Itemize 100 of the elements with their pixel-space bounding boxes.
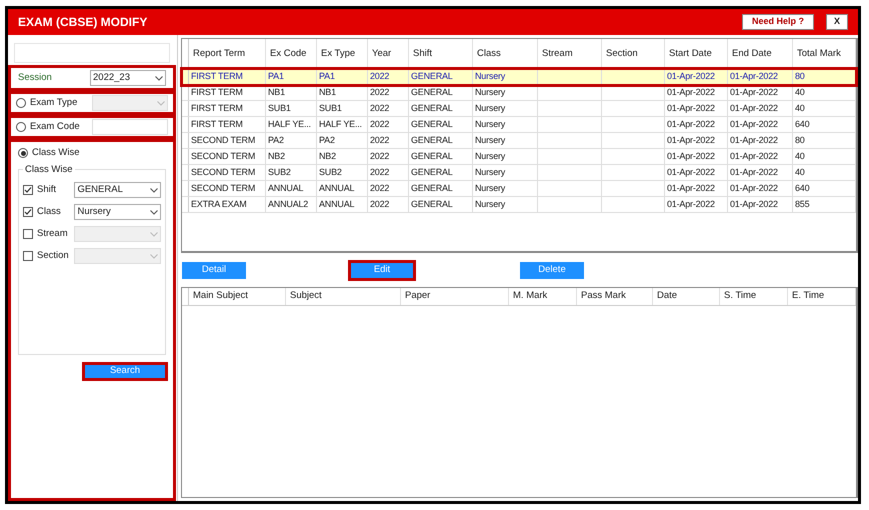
table-cell-text: ANNUAL — [268, 182, 304, 195]
checkbox-label: Class — [37, 204, 62, 219]
column-header: M. Mark — [509, 288, 577, 305]
table-row[interactable]: SECOND TERM PA2 PA2 2022 GENERAL Nursery 01-Apr-2022 01-Apr-2022 80 — [182, 133, 856, 149]
table-cell-text: 2022 — [370, 150, 390, 163]
radio-button[interactable] — [16, 122, 26, 132]
table-cell-text: Nursery — [475, 134, 506, 147]
radio-button[interactable] — [18, 148, 28, 158]
chevron-down-icon — [150, 232, 158, 236]
help-button[interactable]: Need Help ? — [742, 14, 814, 30]
radio-label: Exam Type — [30, 96, 78, 110]
table-row[interactable]: SECOND TERM ANNUAL ANNUAL 2022 GENERAL Nursery 01-Apr-2022 01-Apr-2022 640 — [182, 181, 856, 197]
table-cell-text: 01-Apr-2022 — [730, 198, 778, 211]
radio-label: Class Wise — [32, 146, 80, 160]
table-cell-text: 01-Apr-2022 — [730, 182, 778, 195]
table-cell-text: PA2 — [319, 134, 335, 147]
table-cell-text: 40 — [795, 102, 805, 115]
table-cell-text: 2022 — [370, 70, 390, 83]
table-cell-text: GENERAL — [411, 198, 453, 211]
table-cell-text: GENERAL — [411, 150, 453, 163]
table-cell-text: Nursery — [475, 166, 506, 179]
table-cell-text: 01-Apr-2022 — [667, 198, 715, 211]
chevron-down-icon — [157, 100, 165, 106]
table-cell-text: 01-Apr-2022 — [730, 150, 778, 163]
table-cell-text: 855 — [795, 198, 810, 211]
table-cell-text: 80 — [795, 70, 805, 83]
table-cell-text: 01-Apr-2022 — [667, 134, 715, 147]
table-cell-text: ANNUAL — [319, 198, 354, 211]
chevron-down-icon — [150, 188, 158, 192]
table-cell-text: FIRST TERM — [191, 102, 243, 115]
table-cell-text: HALF YE... — [268, 118, 311, 131]
table-row[interactable]: FIRST TERM NB1 NB1 2022 GENERAL Nursery 01-Apr-2022 01-Apr-2022 40 — [182, 85, 856, 101]
field-dropdown[interactable] — [74, 248, 161, 264]
table-row[interactable]: SECOND TERM NB2 NB2 2022 GENERAL Nursery 01-Apr-2022 01-Apr-2022 40 — [182, 149, 856, 165]
table-cell-text: GENERAL — [411, 134, 453, 147]
table-cell-text: 640 — [795, 182, 810, 195]
table-cell-text: Nursery — [475, 102, 506, 115]
table-cell-text: FIRST TERM — [191, 86, 243, 99]
table-cell-text: 01-Apr-2022 — [730, 118, 778, 131]
checkbox[interactable] — [23, 185, 33, 195]
field-dropdown[interactable]: Nursery — [74, 204, 161, 220]
radio-label: Exam Code — [30, 120, 81, 134]
table-cell-text: SUB2 — [319, 166, 342, 179]
checkbox[interactable] — [23, 251, 33, 261]
table-cell-text: Nursery — [475, 86, 506, 99]
checkbox[interactable] — [23, 207, 33, 217]
table-cell-text: NB2 — [319, 150, 336, 163]
table-cell-text: 01-Apr-2022 — [667, 150, 715, 163]
table-cell-text: NB2 — [268, 150, 285, 163]
table-cell-text: 40 — [795, 150, 805, 163]
table-cell-text: 01-Apr-2022 — [667, 118, 715, 131]
table-cell-text: Nursery — [475, 118, 506, 131]
checkbox[interactable] — [23, 229, 33, 239]
checkbox-label: Shift — [37, 182, 58, 197]
chevron-down-icon — [155, 76, 163, 80]
table-cell-text: GENERAL — [411, 102, 453, 115]
session-label: Session — [18, 70, 53, 85]
exam-code-field[interactable] — [92, 119, 168, 135]
table-cell-text: 01-Apr-2022 — [730, 102, 778, 115]
session-dropdown[interactable]: 2022_23 — [90, 70, 166, 86]
table-cell-text: 01-Apr-2022 — [667, 182, 715, 195]
radio-button[interactable] — [16, 98, 26, 108]
check-icon — [24, 208, 32, 216]
table-cell-text: EXTRA EXAM — [191, 198, 247, 211]
table-cell-text: Nursery — [475, 70, 506, 83]
table-row[interactable]: EXTRA EXAM ANNUAL2 ANNUAL 2022 GENERAL Nursery 01-Apr-2022 01-Apr-2022 855 — [182, 197, 856, 213]
table-cell-text: 640 — [795, 118, 810, 131]
table-cell-text: SUB1 — [268, 102, 291, 115]
table-cell-text: SUB1 — [319, 102, 342, 115]
table-cell-text: Nursery — [475, 150, 506, 163]
column-header: Main Subject — [189, 288, 286, 305]
table-cell-text: 80 — [795, 134, 805, 147]
table-cell-text: 01-Apr-2022 — [667, 86, 715, 99]
table-cell-text: GENERAL — [411, 166, 453, 179]
field-dropdown[interactable] — [74, 226, 161, 242]
table-cell-text: 01-Apr-2022 — [730, 166, 778, 179]
close-button[interactable]: X — [826, 14, 848, 30]
table-cell-text: 01-Apr-2022 — [667, 70, 715, 83]
table-cell-text: 01-Apr-2022 — [730, 70, 778, 83]
table-cell-text: PA2 — [268, 134, 284, 147]
table-cell-text: FIRST TERM — [191, 118, 243, 131]
table-cell-text: SECOND TERM — [191, 150, 256, 163]
table-cell-text: SUB2 — [268, 166, 291, 179]
table-cell-text: GENERAL — [411, 70, 453, 83]
column-header: Pass Mark — [577, 288, 653, 305]
table-cell-text: 01-Apr-2022 — [667, 102, 715, 115]
table-row[interactable]: FIRST TERM PA1 PA1 2022 GENERAL Nursery 01-Apr-2022 01-Apr-2022 80 — [182, 69, 856, 85]
column-header: E. Time — [788, 288, 856, 305]
column-header: Date — [653, 288, 720, 305]
table-cell-text: NB1 — [319, 86, 336, 99]
table-row[interactable]: FIRST TERM HALF YE... HALF YE... 2022 GENERAL Nursery 01-Apr-2022 01-Apr-2022 640 — [182, 117, 856, 133]
table-cell-text: 2022 — [370, 166, 390, 179]
field-dropdown[interactable]: GENERAL — [74, 182, 161, 198]
table-cell-text: GENERAL — [411, 118, 453, 131]
table-cell-text: 01-Apr-2022 — [730, 134, 778, 147]
table-cell-text: NB1 — [268, 86, 285, 99]
table-cell-text: ANNUAL — [319, 182, 354, 195]
table-row[interactable]: SECOND TERM SUB2 SUB2 2022 GENERAL Nursery 01-Apr-2022 01-Apr-2022 40 — [182, 165, 856, 181]
table-cell-text: 2022 — [370, 198, 390, 211]
table-row[interactable]: FIRST TERM SUB1 SUB1 2022 GENERAL Nursery 01-Apr-2022 01-Apr-2022 40 — [182, 101, 856, 117]
